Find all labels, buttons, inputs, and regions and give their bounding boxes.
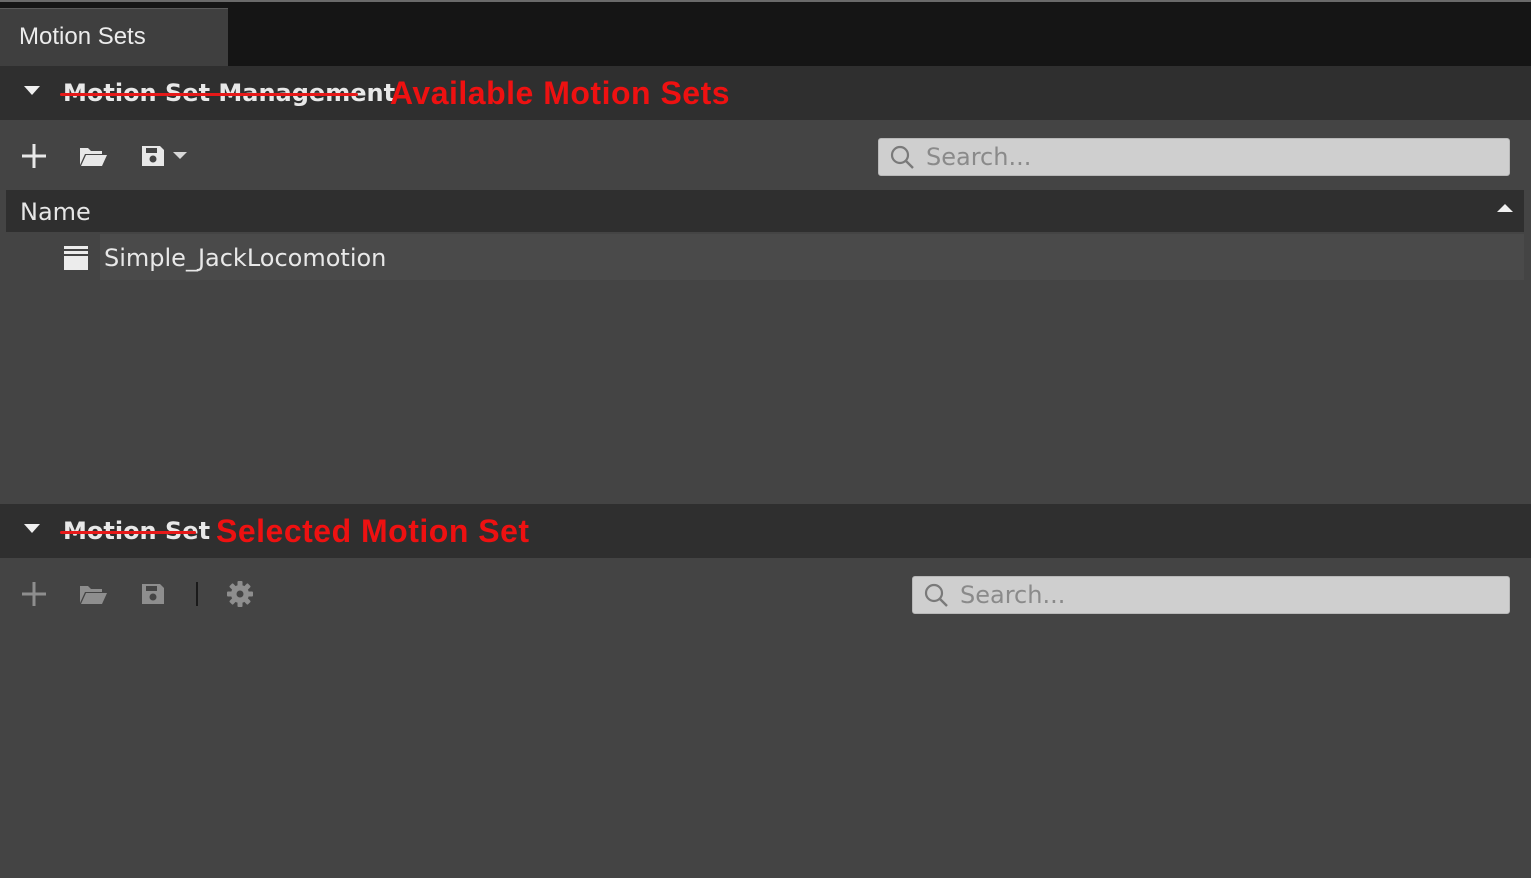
- motion-set-management-header[interactable]: Motion Set Management Available Motion S…: [0, 66, 1531, 120]
- save-options-dropdown[interactable]: [166, 140, 194, 172]
- motion-set-search-field[interactable]: [912, 576, 1510, 614]
- search-icon: [924, 583, 948, 607]
- management-search-field[interactable]: [878, 138, 1510, 176]
- motion-set-header[interactable]: Motion Set Selected Motion Set: [0, 504, 1531, 558]
- add-motion-button[interactable]: [18, 578, 50, 610]
- motion-set-stack-icon: [64, 246, 88, 270]
- motion-sets-window: Motion Sets Motion Set Management Availa…: [0, 0, 1531, 878]
- tab-bar: Motion Sets: [0, 2, 1531, 67]
- column-header-name[interactable]: Name: [20, 198, 91, 226]
- management-search-input[interactable]: [924, 139, 1503, 175]
- tab-motion-sets[interactable]: Motion Sets: [0, 8, 228, 67]
- table-header: Name: [6, 190, 1524, 232]
- gear-icon: [227, 581, 253, 607]
- collapse-caret-icon[interactable]: [24, 524, 40, 533]
- strikethrough-mark: [60, 531, 196, 534]
- strikethrough-mark: [60, 93, 358, 96]
- motion-set-search-input[interactable]: [958, 577, 1503, 613]
- search-icon: [890, 145, 914, 169]
- save-motion-set-button[interactable]: [137, 140, 169, 172]
- save-motion-button[interactable]: [137, 578, 169, 610]
- settings-button[interactable]: [224, 578, 256, 610]
- open-folder-icon: [80, 586, 107, 604]
- open-motion-set-button[interactable]: [77, 140, 109, 172]
- collapse-caret-icon[interactable]: [24, 86, 40, 95]
- annotation-label: Available Motion Sets: [390, 75, 731, 111]
- save-icon: [142, 146, 164, 166]
- add-icon: [22, 144, 46, 168]
- open-motion-button[interactable]: [77, 578, 109, 610]
- motion-set-content-area: [0, 628, 1531, 878]
- save-icon: [142, 584, 164, 604]
- add-icon: [22, 582, 46, 606]
- annotation-label: Selected Motion Set: [216, 513, 530, 549]
- motion-set-toolbar: [0, 558, 1531, 628]
- tab-label: Motion Sets: [19, 23, 146, 50]
- table-row[interactable]: Simple_JackLocomotion: [6, 234, 1524, 280]
- sort-ascending-icon[interactable]: [1497, 204, 1513, 212]
- add-motion-set-button[interactable]: [18, 140, 50, 172]
- dropdown-arrow-icon: [173, 152, 187, 159]
- toolbar-divider: [196, 582, 198, 606]
- management-toolbar: [0, 120, 1531, 190]
- open-folder-icon: [80, 148, 107, 166]
- motion-set-name: Simple_JackLocomotion: [104, 244, 387, 272]
- motion-sets-table: Simple_JackLocomotion: [6, 232, 1524, 502]
